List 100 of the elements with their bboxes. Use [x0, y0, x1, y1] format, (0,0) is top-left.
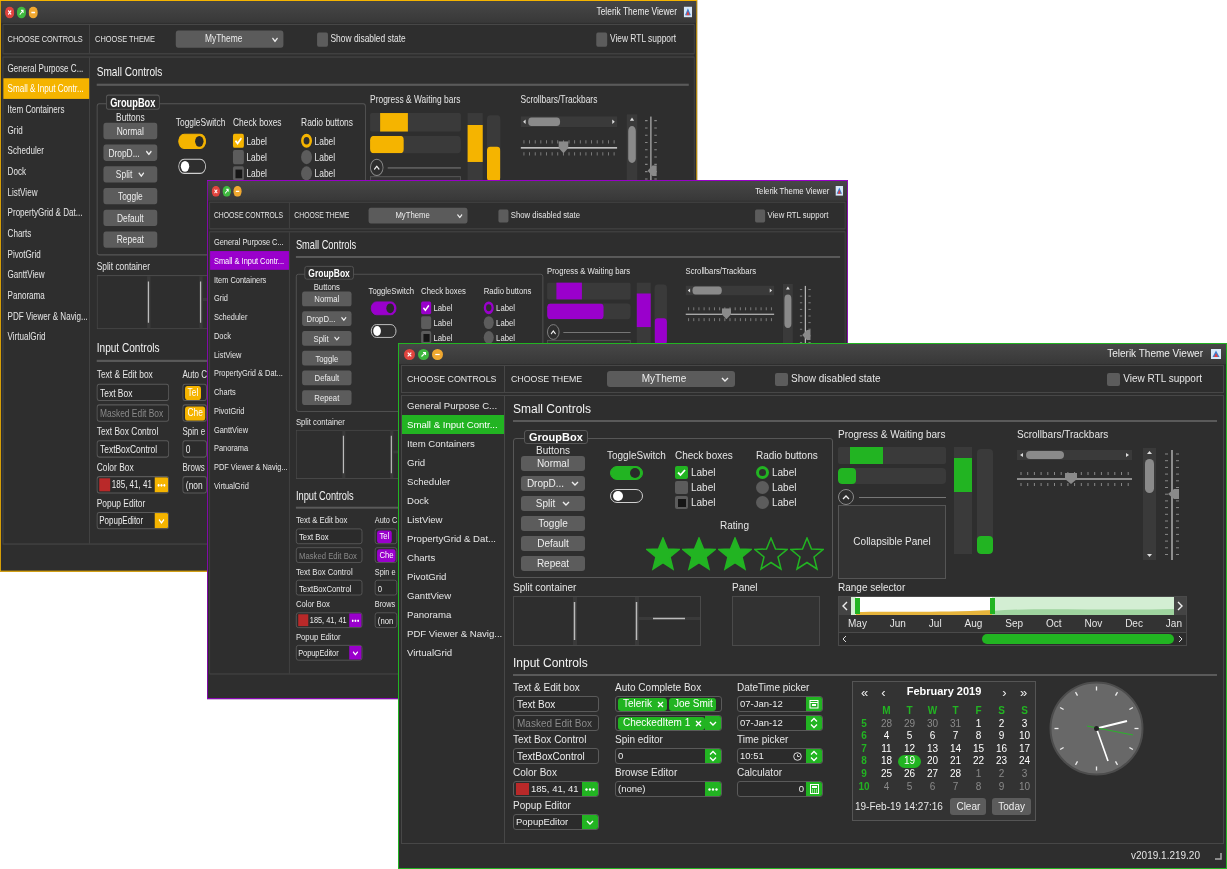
day-cell[interactable]: 13 [921, 742, 944, 756]
dropdown-field[interactable]: PopupEditor [513, 814, 599, 830]
day-cell[interactable]: 4 [875, 780, 898, 794]
day-cell[interactable]: 21 [944, 755, 967, 768]
sidebar-item[interactable]: GanttView [3, 264, 90, 285]
close-icon[interactable] [404, 348, 415, 360]
text-field[interactable]: Masked Edit Box [513, 715, 599, 731]
theme-dropdown[interactable]: MyTheme [607, 371, 735, 387]
dropdown-button[interactable] [349, 645, 362, 660]
star-icon[interactable] [681, 537, 716, 571]
sidebar-item[interactable]: Charts [402, 548, 504, 567]
sidebar-item[interactable]: Grid [3, 119, 90, 141]
slider-thumb[interactable] [722, 308, 732, 320]
nav-button[interactable]: » [1014, 685, 1033, 699]
day-cell[interactable]: 1 [967, 717, 990, 731]
sidebar-item[interactable]: ListView [3, 181, 90, 203]
checkbox[interactable] [421, 316, 432, 330]
push-button[interactable]: Default [302, 370, 352, 386]
toggle-switch[interactable] [610, 466, 643, 480]
nav-button[interactable]: › [995, 685, 1014, 699]
sidebar-item[interactable]: Dock [210, 326, 289, 345]
day-cell[interactable]: 28 [944, 767, 967, 781]
day-cell[interactable]: 23 [990, 755, 1013, 768]
checkbox[interactable] [675, 481, 688, 494]
color-field[interactable]: 185, 41, 41 [96, 476, 170, 494]
dropdown-button[interactable]: DropD... [521, 476, 585, 491]
day-cell[interactable]: 7 [944, 780, 967, 794]
day-cell[interactable]: 8 [967, 780, 990, 794]
sidebar-item[interactable]: ListView [402, 510, 504, 529]
minimize-icon[interactable] [233, 185, 242, 197]
push-button[interactable]: Toggle [103, 188, 158, 205]
radio-button[interactable] [483, 301, 494, 315]
sidebar-item[interactable]: General Purpose C... [3, 57, 90, 79]
range-selector[interactable]: May Jun Jul Aug Sep Oct Nov Dec Jan [838, 596, 1187, 646]
spin-field[interactable]: 0 [615, 748, 722, 764]
checkbox[interactable] [232, 133, 244, 148]
more-button[interactable] [154, 477, 169, 493]
checkbox[interactable] [421, 301, 432, 315]
sidebar-item[interactable]: VirtualGrid [210, 476, 289, 495]
checkbox[interactable] [675, 496, 688, 509]
day-cell[interactable]: 24 [1013, 755, 1036, 768]
nav-button[interactable]: ‹ [874, 685, 893, 699]
sidebar-item[interactable]: Panorama [210, 438, 289, 458]
day-cell[interactable]: 10 [1013, 730, 1036, 743]
text-field[interactable]: Text Box [513, 696, 599, 712]
sidebar-item[interactable]: PropertyGrid & Dat... [210, 363, 289, 383]
text-field[interactable]: Masked Edit Box [295, 547, 363, 563]
nav-button[interactable]: « [855, 685, 874, 699]
push-button[interactable]: Default [103, 209, 158, 227]
day-cell[interactable]: 1 [967, 767, 990, 781]
day-cell[interactable]: 7 [944, 730, 967, 743]
sidebar-item[interactable]: Panorama [402, 605, 504, 624]
radio-button[interactable] [301, 166, 312, 181]
sidebar-item[interactable]: PDF Viewer & Navig... [210, 457, 289, 477]
dropdown-field[interactable]: PopupEditor [295, 644, 363, 661]
day-cell[interactable]: 16 [990, 742, 1013, 756]
day-cell[interactable]: 6 [921, 780, 944, 794]
checkbox[interactable] [498, 209, 509, 222]
text-field[interactable]: Text Box [295, 528, 363, 545]
day-cell[interactable]: 26 [898, 767, 921, 781]
slider-thumb[interactable] [1065, 473, 1078, 484]
day-cell[interactable]: 2 [990, 767, 1013, 781]
checkbox[interactable] [232, 150, 244, 165]
day-cell[interactable]: 5 [898, 780, 921, 794]
sidebar-item[interactable]: Item Containers [402, 434, 504, 453]
dropdown-button[interactable]: Split [103, 166, 158, 183]
text-field[interactable]: (non [374, 612, 398, 629]
slider-thumb[interactable] [802, 329, 811, 340]
dropdown-button[interactable]: DropD... [302, 311, 352, 327]
radio-button[interactable] [483, 331, 494, 344]
push-button[interactable]: Toggle [302, 350, 352, 366]
day-cell[interactable]: 9 [990, 730, 1013, 743]
radio-button[interactable] [483, 316, 494, 330]
day-cell[interactable]: 28 [875, 717, 898, 731]
checkbox[interactable] [775, 372, 788, 386]
day-cell[interactable]: 6 [921, 730, 944, 743]
day-cell[interactable]: 9 [990, 780, 1013, 794]
checkbox[interactable] [675, 466, 688, 479]
day-cell[interactable]: 12 [898, 742, 921, 756]
day-cell[interactable]: 3 [1013, 717, 1036, 731]
radio-button[interactable] [756, 496, 769, 509]
spinner-button[interactable] [705, 749, 721, 763]
slider-thumb[interactable] [647, 165, 657, 176]
radio-button[interactable] [301, 150, 312, 165]
sidebar-item[interactable]: Scheduler [3, 140, 90, 161]
push-button[interactable]: Repeat [521, 556, 585, 571]
browse-field[interactable]: (none) [615, 781, 722, 797]
star-icon[interactable] [753, 537, 788, 571]
text-field[interactable]: TextBoxControl [295, 579, 363, 596]
day-cell[interactable]: 17 [1013, 742, 1036, 756]
day-cell[interactable]: 11 [875, 742, 898, 756]
more-button[interactable] [349, 613, 362, 628]
sidebar-item[interactable]: ListView [210, 344, 289, 364]
checkbox[interactable] [1107, 372, 1121, 386]
sidebar-item[interactable]: General Purpose C... [210, 232, 289, 252]
day-cell[interactable]: 3 [1013, 767, 1036, 781]
push-button[interactable]: Repeat [103, 231, 158, 248]
push-button[interactable]: Normal [521, 456, 585, 471]
color-field[interactable]: 185, 41, 41 [295, 612, 363, 629]
close-icon[interactable] [5, 6, 15, 18]
